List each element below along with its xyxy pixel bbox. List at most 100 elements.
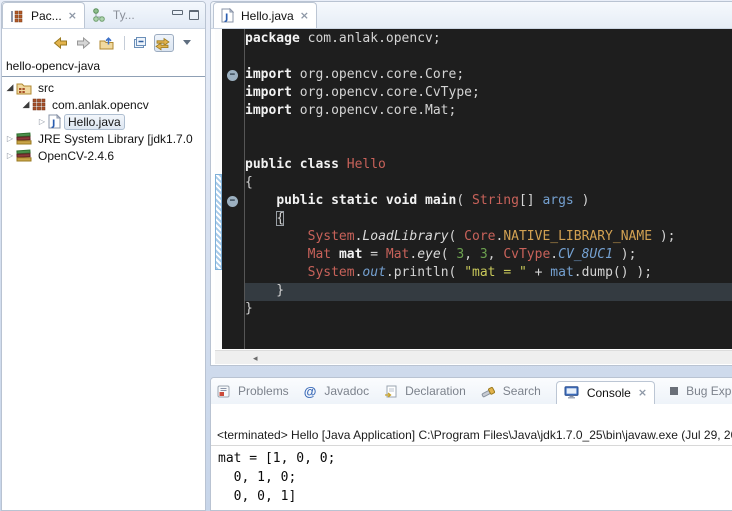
console-output-line: 0, 0, 1] bbox=[218, 487, 732, 506]
collapse-arrow-icon[interactable]: ◢ bbox=[4, 82, 16, 93]
console-toolbar-strip bbox=[211, 404, 732, 426]
javadoc-icon: @ bbox=[304, 384, 317, 399]
console-status-line: <terminated> Hello [Java Application] C:… bbox=[211, 426, 732, 446]
up-icon bbox=[98, 35, 115, 51]
minimize-button[interactable] bbox=[172, 10, 183, 15]
link-with-editor-icon bbox=[154, 35, 171, 51]
tab-label: Problems bbox=[238, 384, 289, 398]
svg-text:J: J bbox=[224, 13, 228, 23]
fold-marker-icon[interactable]: − bbox=[227, 196, 238, 207]
search-icon bbox=[481, 385, 495, 398]
bottom-tab-bar: Problems @ Javadoc Declaration Search Console… bbox=[211, 378, 732, 404]
code-line-6 bbox=[245, 121, 732, 139]
tab-label: Search bbox=[503, 384, 541, 398]
type-hierarchy-icon bbox=[92, 8, 106, 22]
up-button[interactable] bbox=[98, 34, 118, 52]
tab-search[interactable]: Search bbox=[481, 384, 541, 398]
package-explorer-icon bbox=[10, 9, 24, 23]
tab-problems[interactable]: Problems bbox=[217, 384, 289, 398]
tree-item-label: Hello.java bbox=[64, 114, 125, 130]
tab-bug-explorer[interactable]: Bug Explorer bbox=[670, 384, 732, 398]
tab-console[interactable]: Console × bbox=[556, 381, 655, 404]
code-line-4: import org.opencv.core.CvType; bbox=[245, 85, 732, 103]
code-line-11: { bbox=[245, 211, 732, 229]
package-explorer-toolbar bbox=[2, 29, 205, 56]
back-icon bbox=[52, 35, 69, 51]
code-line-13: Mat mat = Mat.eye( 3, 3, CvType.CV_8UC1 … bbox=[245, 247, 732, 265]
editor-tab-label: Hello.java bbox=[241, 9, 294, 23]
code-line-3: import org.opencv.core.Core; bbox=[245, 67, 732, 85]
fold-marker-icon[interactable]: − bbox=[227, 70, 238, 81]
tab-javadoc[interactable]: @ Javadoc bbox=[304, 384, 369, 399]
package-icon bbox=[32, 98, 46, 111]
editor-panel: J Hello.java × − − package com.anlak.open… bbox=[210, 1, 732, 366]
forward-button[interactable] bbox=[75, 34, 95, 52]
expand-arrow-icon[interactable]: ▷ bbox=[4, 134, 16, 143]
code-line-9: { bbox=[245, 175, 732, 193]
toolbar-separator bbox=[124, 36, 125, 50]
code-line-7 bbox=[245, 139, 732, 157]
console-output[interactable]: mat = [1, 0, 0; 0, 1, 0; 0, 0, 1] bbox=[211, 446, 732, 506]
tab-label: Console bbox=[587, 386, 631, 400]
code-line-8: public class Hello bbox=[245, 157, 732, 175]
console-panel: Problems @ Javadoc Declaration Search Console… bbox=[210, 377, 732, 511]
vertical-ruler bbox=[215, 29, 222, 349]
library-icon bbox=[16, 149, 32, 162]
tab-declaration[interactable]: Declaration bbox=[384, 384, 466, 398]
code-line-16: } bbox=[245, 301, 732, 319]
code-line-12: System.LoadLibrary( Core.NATIVE_LIBRARY_… bbox=[245, 229, 732, 247]
code-line-10: public static void main( String[] args ) bbox=[245, 193, 732, 211]
back-button[interactable] bbox=[52, 34, 72, 52]
view-window-buttons bbox=[172, 10, 205, 28]
tab-package-explorer-label: Pac... bbox=[31, 9, 62, 23]
tree-item-label: src bbox=[35, 81, 57, 95]
expand-arrow-icon[interactable]: ▷ bbox=[4, 151, 16, 160]
tab-label: Declaration bbox=[405, 384, 466, 398]
code-line-2 bbox=[245, 49, 732, 67]
tab-label: Javadoc bbox=[324, 384, 369, 398]
left-tab-bar: Pac... × Ty... bbox=[2, 2, 205, 29]
package-explorer-panel: Pac... × Ty... hello-opencv-java ◢src◢co… bbox=[1, 1, 206, 511]
scroll-left-icon[interactable]: ◂ bbox=[253, 351, 258, 365]
tree-item-com-anlak-opencv[interactable]: ◢ com.anlak.opencv bbox=[2, 96, 205, 113]
svg-text:J: J bbox=[51, 119, 55, 129]
tree-item-hello-java[interactable]: ▷J Hello.java bbox=[2, 113, 205, 130]
link-with-editor-button[interactable] bbox=[154, 34, 174, 52]
view-menu-icon bbox=[181, 40, 191, 45]
java-file-icon: J bbox=[221, 8, 234, 23]
square-icon bbox=[670, 387, 678, 395]
maximize-button[interactable] bbox=[189, 10, 199, 20]
console-output-line: 0, 1, 0; bbox=[218, 468, 732, 487]
tab-package-explorer[interactable]: Pac... × bbox=[2, 2, 85, 28]
editor-body: − − package com.anlak.opencv; import org.… bbox=[215, 29, 732, 349]
close-icon[interactable]: × bbox=[300, 10, 309, 21]
tab-label: Bug Explorer bbox=[686, 384, 732, 398]
code-area[interactable]: package com.anlak.opencv; import org.ope… bbox=[245, 29, 732, 349]
code-line-14: System.out.println( "mat = " + mat.dump(… bbox=[245, 265, 732, 283]
code-line-15: } bbox=[245, 283, 732, 301]
close-icon[interactable]: × bbox=[68, 10, 77, 21]
editor-tab-bar: J Hello.java × bbox=[211, 2, 732, 29]
forward-icon bbox=[75, 35, 92, 51]
expand-arrow-icon[interactable]: ▷ bbox=[36, 117, 48, 126]
code-line-5: import org.opencv.core.Mat; bbox=[245, 103, 732, 121]
collapse-arrow-icon[interactable]: ◢ bbox=[20, 99, 32, 110]
tree-item-label: OpenCV-2.4.6 bbox=[35, 149, 117, 163]
horizontal-scrollbar[interactable]: ◂ bbox=[215, 350, 732, 364]
tree-item-label: JRE System Library [jdk1.7.0 bbox=[35, 132, 196, 146]
tree-item-opencv-2-4-6[interactable]: ▷ OpenCV-2.4.6 bbox=[2, 147, 205, 164]
code-line-1: package com.anlak.opencv; bbox=[245, 31, 732, 49]
close-icon[interactable]: × bbox=[638, 387, 647, 398]
tab-type-hierarchy[interactable]: Ty... bbox=[85, 2, 142, 28]
tree-item-label: com.anlak.opencv bbox=[49, 98, 152, 112]
tree-item-src[interactable]: ◢ src bbox=[2, 79, 205, 96]
view-menu-button[interactable] bbox=[177, 34, 197, 52]
problems-icon bbox=[217, 385, 230, 398]
java-file-icon: J bbox=[48, 114, 61, 129]
declaration-icon bbox=[384, 385, 397, 398]
tab-type-hierarchy-label: Ty... bbox=[113, 8, 135, 22]
tree-item-jre-system-library-jdk1-7-0[interactable]: ▷ JRE System Library [jdk1.7.0 bbox=[2, 130, 205, 147]
tab-hello-java[interactable]: J Hello.java × bbox=[213, 2, 317, 28]
collapse-all-button[interactable] bbox=[131, 34, 151, 52]
project-header[interactable]: hello-opencv-java bbox=[2, 56, 205, 77]
